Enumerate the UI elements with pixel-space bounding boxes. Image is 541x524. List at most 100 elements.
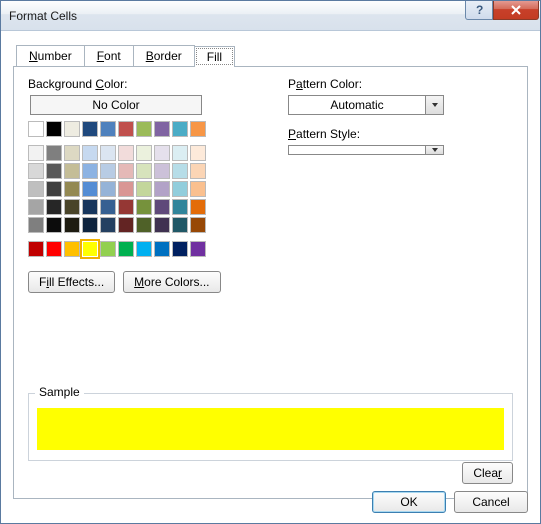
color-swatch[interactable] <box>154 241 170 257</box>
color-swatch[interactable] <box>82 217 98 233</box>
pattern-color-combo[interactable]: Automatic <box>288 95 444 115</box>
color-swatch[interactable] <box>46 121 62 137</box>
color-swatch[interactable] <box>46 241 62 257</box>
color-swatch[interactable] <box>28 217 44 233</box>
color-swatch[interactable] <box>64 121 80 137</box>
color-swatch[interactable] <box>172 217 188 233</box>
color-swatch[interactable] <box>118 145 134 161</box>
chevron-down-icon <box>425 146 443 154</box>
color-swatch[interactable] <box>64 199 80 215</box>
color-swatch[interactable] <box>190 199 206 215</box>
color-swatch[interactable] <box>154 199 170 215</box>
fill-panel: Background Color: No Color Fill Effects.… <box>13 67 528 499</box>
color-swatch[interactable] <box>172 145 188 161</box>
color-swatch[interactable] <box>190 121 206 137</box>
cancel-button[interactable]: Cancel <box>454 491 528 513</box>
color-swatch[interactable] <box>190 145 206 161</box>
color-swatch[interactable] <box>154 145 170 161</box>
color-swatch[interactable] <box>136 145 152 161</box>
window-buttons: ? <box>465 1 540 20</box>
ok-button[interactable]: OK <box>372 491 446 513</box>
color-swatch[interactable] <box>28 181 44 197</box>
color-swatch[interactable] <box>64 145 80 161</box>
background-color-label: Background Color: <box>28 77 248 91</box>
color-swatch[interactable] <box>82 163 98 179</box>
close-button[interactable] <box>493 1 539 20</box>
color-swatch[interactable] <box>100 181 116 197</box>
color-swatch[interactable] <box>82 199 98 215</box>
color-swatch[interactable] <box>154 121 170 137</box>
color-swatch[interactable] <box>82 241 98 257</box>
color-swatch[interactable] <box>154 181 170 197</box>
format-cells-dialog: Format Cells ? Number Font Border Fill B… <box>0 0 541 524</box>
color-swatch[interactable] <box>172 199 188 215</box>
color-swatch[interactable] <box>46 181 62 197</box>
fill-effects-button[interactable]: Fill Effects... <box>28 271 115 293</box>
color-swatch[interactable] <box>100 163 116 179</box>
sample-group: Sample <box>28 393 513 461</box>
color-swatch[interactable] <box>28 145 44 161</box>
color-swatch[interactable] <box>172 163 188 179</box>
tab-strip: Number Font Border Fill <box>13 45 528 67</box>
color-swatch[interactable] <box>154 163 170 179</box>
tab-fill[interactable]: Fill <box>194 46 235 67</box>
color-swatch[interactable] <box>136 199 152 215</box>
chevron-down-icon <box>425 96 443 114</box>
no-color-button[interactable]: No Color <box>30 95 202 115</box>
sample-label: Sample <box>35 385 84 399</box>
color-swatch[interactable] <box>136 163 152 179</box>
help-button[interactable]: ? <box>465 1 493 20</box>
color-swatch[interactable] <box>118 121 134 137</box>
color-swatch[interactable] <box>100 199 116 215</box>
color-swatch[interactable] <box>64 163 80 179</box>
color-swatch[interactable] <box>190 217 206 233</box>
svg-text:?: ? <box>476 4 483 16</box>
sample-swatch <box>37 408 504 450</box>
close-icon <box>510 4 522 16</box>
color-swatch[interactable] <box>64 241 80 257</box>
color-swatch[interactable] <box>46 163 62 179</box>
color-swatch[interactable] <box>82 121 98 137</box>
help-icon: ? <box>473 4 485 16</box>
color-swatch[interactable] <box>172 181 188 197</box>
color-swatch[interactable] <box>64 217 80 233</box>
color-swatch[interactable] <box>172 241 188 257</box>
color-swatch[interactable] <box>82 145 98 161</box>
color-swatch[interactable] <box>46 199 62 215</box>
color-swatch[interactable] <box>118 199 134 215</box>
clear-button[interactable]: Clear <box>462 462 513 484</box>
more-colors-button[interactable]: More Colors... <box>123 271 220 293</box>
color-swatch[interactable] <box>118 217 134 233</box>
color-swatch[interactable] <box>118 163 134 179</box>
tab-font[interactable]: Font <box>84 45 134 66</box>
color-swatch[interactable] <box>136 121 152 137</box>
pattern-style-combo[interactable] <box>288 145 444 155</box>
color-swatch[interactable] <box>46 217 62 233</box>
color-swatch[interactable] <box>100 241 116 257</box>
color-swatch[interactable] <box>190 181 206 197</box>
color-swatch[interactable] <box>64 181 80 197</box>
color-swatch[interactable] <box>172 121 188 137</box>
color-swatch[interactable] <box>190 241 206 257</box>
color-swatch[interactable] <box>136 181 152 197</box>
color-swatch[interactable] <box>28 121 44 137</box>
color-swatch[interactable] <box>46 145 62 161</box>
color-swatch[interactable] <box>118 181 134 197</box>
color-swatch[interactable] <box>28 241 44 257</box>
color-swatch[interactable] <box>154 217 170 233</box>
color-swatch[interactable] <box>136 217 152 233</box>
color-swatch[interactable] <box>28 163 44 179</box>
tab-number[interactable]: Number <box>16 45 85 66</box>
titlebar: Format Cells ? <box>1 1 540 31</box>
color-swatch[interactable] <box>118 241 134 257</box>
color-swatch[interactable] <box>28 199 44 215</box>
color-swatch[interactable] <box>136 241 152 257</box>
pattern-style-value <box>289 146 425 154</box>
tab-border[interactable]: Border <box>133 45 195 66</box>
color-swatch[interactable] <box>190 163 206 179</box>
window-title: Format Cells <box>9 9 465 23</box>
color-swatch[interactable] <box>82 181 98 197</box>
color-swatch[interactable] <box>100 145 116 161</box>
color-swatch[interactable] <box>100 121 116 137</box>
color-swatch[interactable] <box>100 217 116 233</box>
